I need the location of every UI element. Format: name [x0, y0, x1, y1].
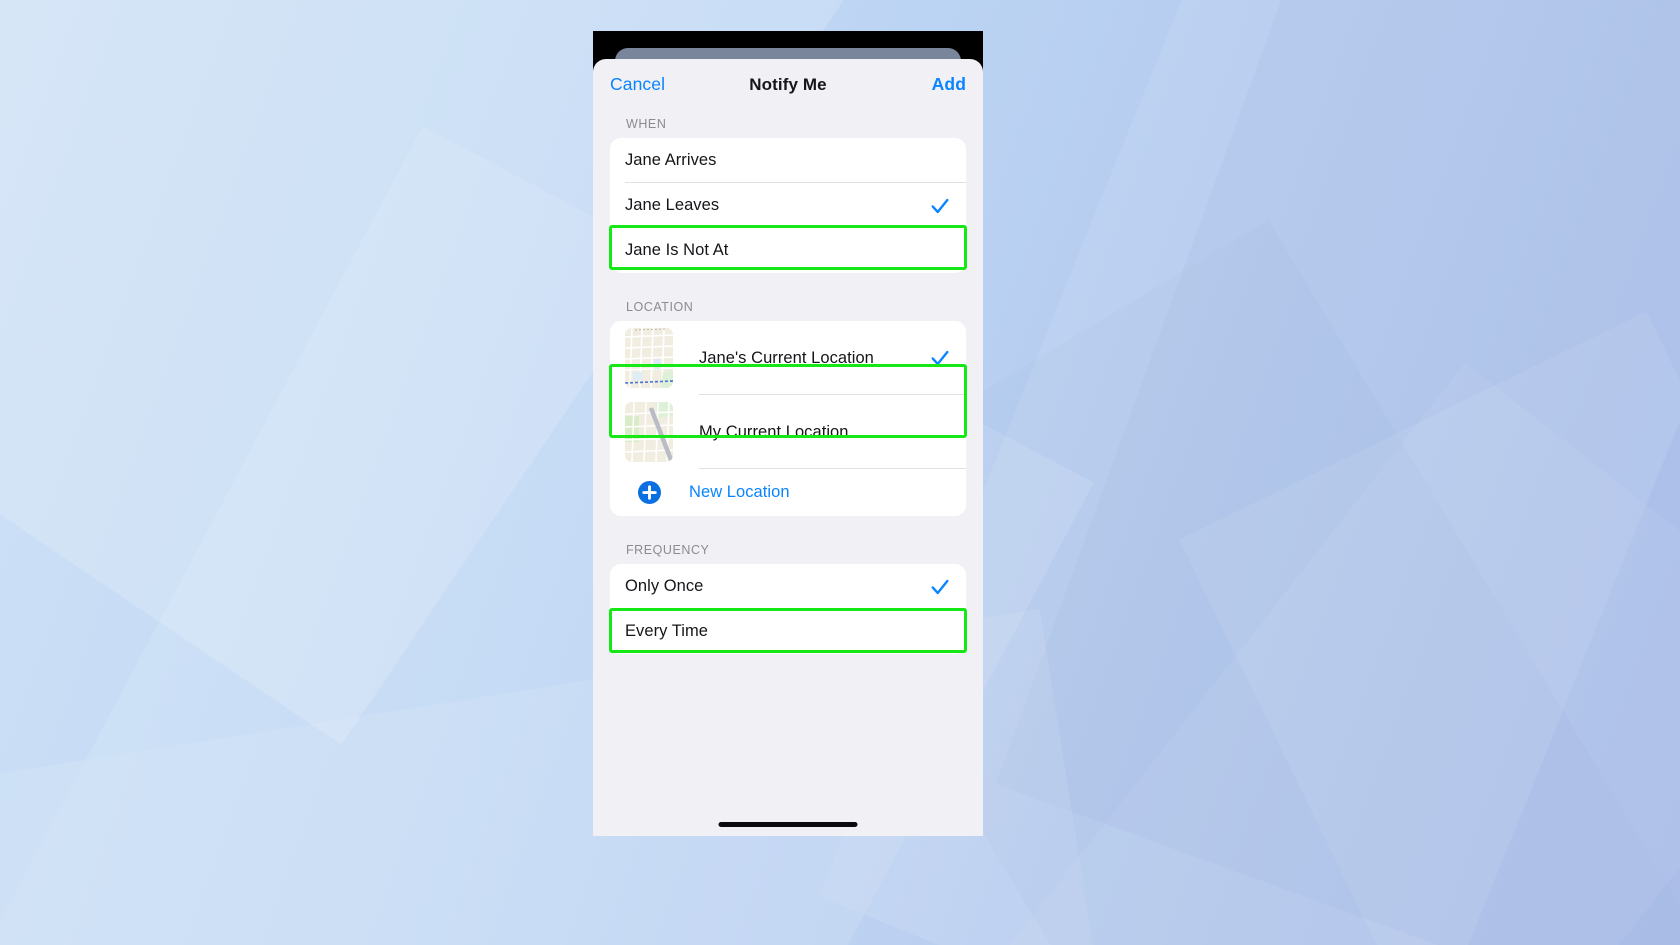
when-option-jane-arrives[interactable]: Jane Arrives	[610, 138, 966, 183]
location-option-my-current-location[interactable]: My Current Location	[610, 395, 966, 469]
section-header-when: WHEN	[626, 117, 667, 131]
location-option-janes-current-location[interactable]: Jane's Current Location	[610, 321, 966, 395]
when-options-group: Jane Arrives Jane Leaves Jane Is Not At	[610, 138, 966, 273]
page-title: Notify Me	[749, 75, 827, 94]
frequency-options-group: Only Once Every Time	[610, 564, 966, 654]
row-label: Every Time	[625, 622, 709, 640]
notify-me-modal-sheet: Cancel Notify Me Add WHEN Jane Arrives J…	[593, 59, 983, 836]
new-location-label: New Location	[689, 483, 790, 501]
wallpaper-facet	[1179, 311, 1680, 945]
map-thumbnail-city-icon	[625, 328, 673, 388]
row-label: Jane Arrives	[625, 151, 717, 169]
add-button[interactable]: Add	[932, 74, 966, 95]
frequency-option-only-once[interactable]: Only Once	[610, 564, 966, 609]
wallpaper-facet	[996, 362, 1680, 945]
row-label: Only Once	[625, 577, 704, 595]
section-header-location: LOCATION	[626, 300, 694, 314]
new-location-button[interactable]: New Location	[610, 469, 966, 516]
section-header-frequency: FREQUENCY	[626, 543, 710, 557]
phone-device-frame: Cancel Notify Me Add WHEN Jane Arrives J…	[593, 31, 983, 836]
map-thumbnail-park-icon	[625, 402, 673, 462]
when-option-jane-is-not-at[interactable]: Jane Is Not At	[610, 228, 966, 273]
check-icon	[929, 195, 951, 217]
check-icon	[929, 347, 951, 369]
row-label: Jane Is Not At	[625, 241, 729, 259]
when-option-jane-leaves[interactable]: Jane Leaves	[610, 183, 966, 228]
wallpaper-facet	[995, 0, 1680, 945]
location-options-group: Jane's Current Location My Current Locat…	[610, 321, 966, 516]
row-label: Jane's Current Location	[699, 348, 874, 367]
row-label: My Current Location	[699, 422, 849, 441]
plus-circle-icon	[638, 481, 661, 504]
row-label: Jane Leaves	[625, 196, 720, 214]
check-icon	[929, 576, 951, 598]
home-indicator	[718, 822, 858, 827]
sheet-navigation-bar: Cancel Notify Me Add	[593, 59, 983, 117]
frequency-option-every-time[interactable]: Every Time	[610, 609, 966, 654]
